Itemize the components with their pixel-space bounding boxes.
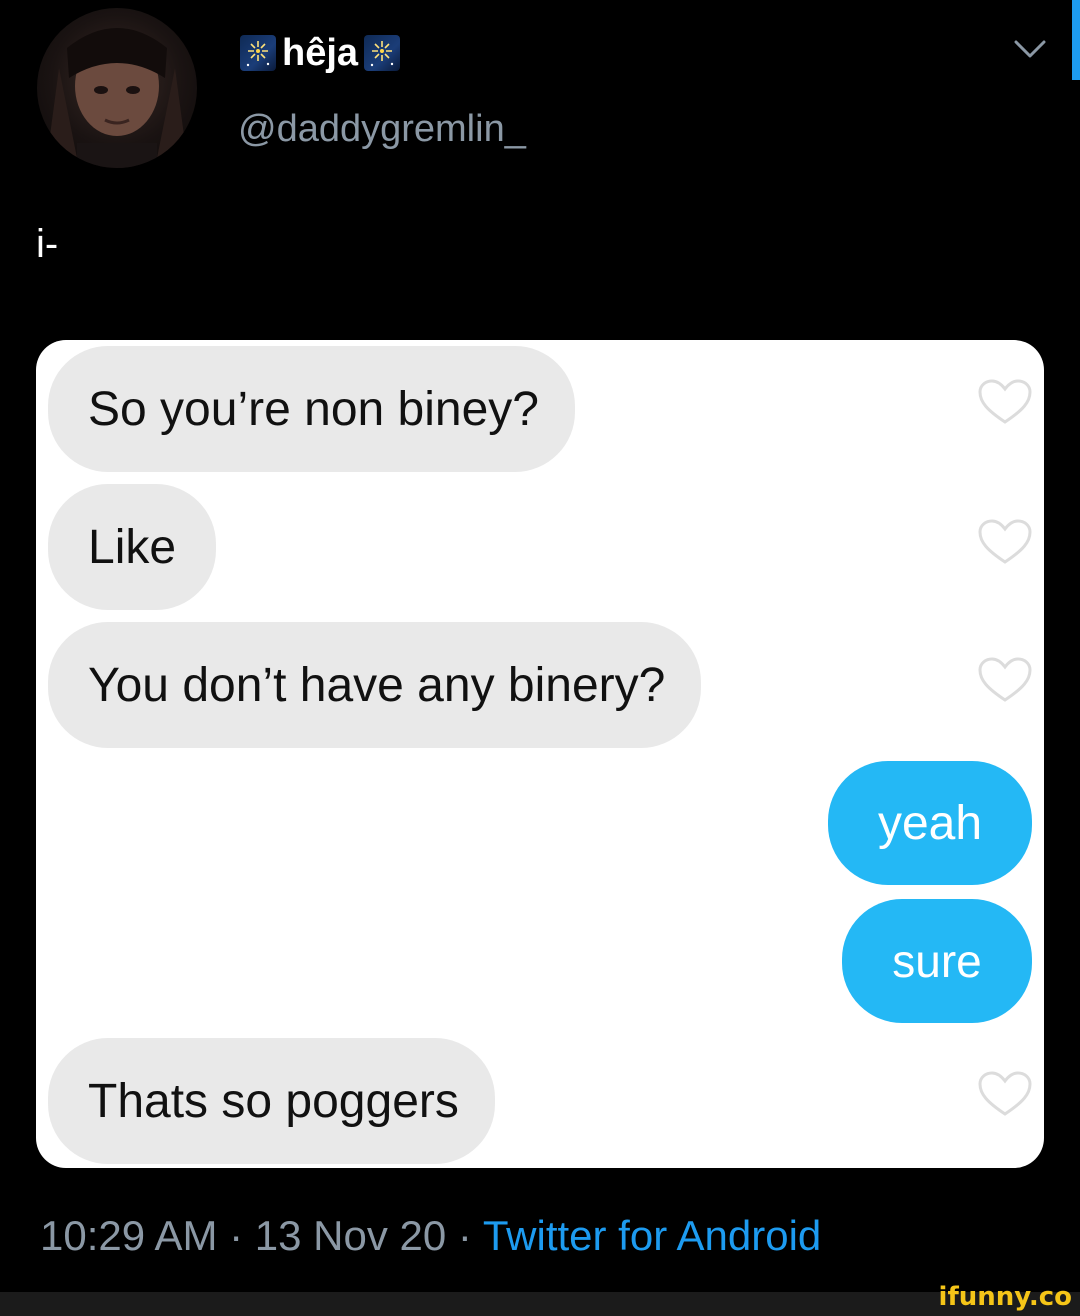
tweet-text: i- xyxy=(36,222,59,266)
chat-message-sent: sure xyxy=(842,899,1032,1023)
scroll-indicator xyxy=(1072,0,1080,80)
chat-message-sent: yeah xyxy=(828,761,1032,885)
fireworks-emoji-icon xyxy=(364,35,401,71)
tweet-meta: 10:29 AM · 13 Nov 20 · Twitter for Andro… xyxy=(40,1212,821,1260)
tweet-timestamp: 10:29 AM · 13 Nov 20 · xyxy=(40,1212,483,1259)
attached-image[interactable]: So you’re non biney? Like You don’t have… xyxy=(36,340,1044,1168)
heart-outline-icon[interactable] xyxy=(977,656,1033,704)
heart-outline-icon[interactable] xyxy=(977,1070,1033,1118)
chat-message-received: You don’t have any binery? xyxy=(48,622,702,748)
avatar-photo xyxy=(47,28,187,168)
chat-message-received: Like xyxy=(48,484,217,610)
tweet-source-link[interactable]: Twitter for Android xyxy=(483,1212,821,1259)
avatar[interactable] xyxy=(37,8,197,168)
heart-outline-icon[interactable] xyxy=(977,378,1033,426)
chat-message-received: Thats so poggers xyxy=(48,1038,495,1164)
watermark-bar xyxy=(0,1292,1080,1316)
display-name[interactable]: hêja xyxy=(240,30,401,76)
user-handle[interactable]: @daddygremlin_ xyxy=(238,108,526,151)
display-name-text: hêja xyxy=(282,31,359,74)
ifunny-watermark: ifunny.co xyxy=(938,1282,1072,1312)
chevron-down-icon[interactable] xyxy=(1010,34,1050,64)
chat-message-received: So you’re non biney? xyxy=(48,346,575,472)
heart-outline-icon[interactable] xyxy=(977,518,1033,566)
fireworks-emoji-icon xyxy=(240,35,276,71)
